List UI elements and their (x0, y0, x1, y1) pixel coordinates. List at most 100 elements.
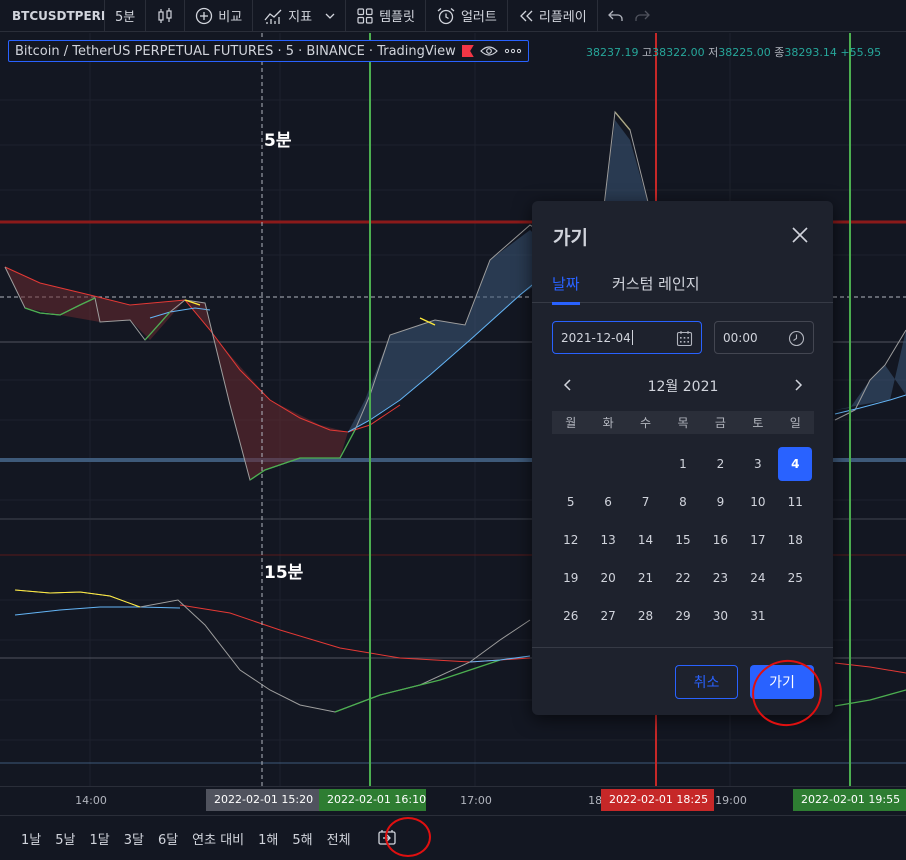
calendar-day[interactable]: 2 (702, 445, 739, 483)
calendar-day[interactable]: 5 (552, 483, 589, 521)
compare-button[interactable]: 비교 (185, 0, 252, 32)
undo-button[interactable] (598, 0, 634, 32)
calendar-day[interactable]: 20 (589, 559, 626, 597)
close-key: 종 (774, 46, 785, 59)
calendar-icon[interactable] (676, 330, 693, 347)
calendar-day-label: 30 (712, 609, 729, 623)
calendar-day[interactable]: 13 (589, 521, 626, 559)
calendar-day[interactable]: 23 (702, 559, 739, 597)
rewind-icon (519, 10, 533, 21)
calendar-day[interactable]: 8 (664, 483, 701, 521)
clock-icon[interactable] (788, 330, 805, 347)
calendar-day[interactable]: 19 (552, 559, 589, 597)
time-field[interactable]: 00:00 (714, 321, 814, 354)
calendar-day[interactable]: 6 (589, 483, 626, 521)
templates-button[interactable]: 템플릿 (346, 0, 425, 32)
range-6m[interactable]: 6달 (151, 829, 185, 848)
flag-icon[interactable] (461, 45, 474, 57)
chart-type-button[interactable] (146, 0, 184, 32)
calendar-day[interactable]: 22 (664, 559, 701, 597)
tab-date[interactable]: 날짜 (552, 273, 580, 305)
price-line-right-2 (834, 329, 906, 421)
alert-button[interactable]: 얼러트 (426, 0, 507, 32)
calendar-day-label: 22 (675, 571, 691, 585)
month-navigator: 12월 2021 (552, 373, 814, 397)
calendar-day-label: 4 (778, 447, 813, 481)
calendar-day[interactable]: 29 (664, 597, 701, 635)
calendar-day-label: 14 (637, 533, 654, 547)
calendar-day[interactable]: 21 (627, 559, 664, 597)
close-button[interactable] (790, 225, 810, 245)
eye-icon[interactable] (479, 45, 498, 57)
calendar-day[interactable]: 27 (589, 597, 626, 635)
calendar-day[interactable]: 15 (664, 521, 701, 559)
calendar-day-label: 27 (600, 609, 616, 623)
calendar-day[interactable]: 9 (702, 483, 739, 521)
indicators-icon (264, 9, 282, 24)
calendar-day[interactable]: 28 (627, 597, 664, 635)
range-ytd[interactable]: 연초 대비 (185, 829, 251, 848)
calendar-empty-cell (552, 445, 589, 483)
chevron-right-icon[interactable] (790, 377, 806, 393)
more-icon[interactable] (504, 48, 522, 54)
calendar-day-label: 6 (604, 495, 612, 509)
calendar-day[interactable]: 10 (739, 483, 776, 521)
calendar-day-label (554, 447, 588, 481)
calendar-day-label: 7 (641, 495, 650, 509)
go-button[interactable]: 가기 (750, 665, 814, 699)
calendar-day[interactable]: 24 (739, 559, 776, 597)
calendar-day[interactable]: 17 (739, 521, 776, 559)
range-5y[interactable]: 5해 (285, 829, 319, 848)
calendar-day-label (591, 447, 625, 481)
time-axis[interactable]: 14:00 17:00 18: 19:00 2022-02-01 15:20 2… (0, 786, 906, 814)
dialog-title: 가기 (553, 227, 588, 249)
calendar-day[interactable]: 14 (627, 521, 664, 559)
calendar-day-label: 24 (750, 571, 766, 585)
symbol-search[interactable]: BTCUSDTPERP (0, 9, 104, 23)
bear-cloud (5, 267, 348, 480)
range-3m[interactable]: 3달 (117, 829, 151, 848)
cancel-button[interactable]: 취소 (675, 665, 738, 699)
weekday-header: 월 화 수 목 금 토 일 (552, 411, 814, 434)
go-to-date-button[interactable] (374, 826, 400, 850)
calendar-day[interactable]: 30 (702, 597, 739, 635)
calendar-day[interactable]: 3 (739, 445, 776, 483)
calendar-day[interactable]: 16 (702, 521, 739, 559)
indicators-button[interactable]: 지표 (253, 0, 345, 32)
calendar-day[interactable]: 1 (664, 445, 701, 483)
interval-button[interactable]: 5분 (105, 0, 145, 32)
price-line-lower-yellow (14, 589, 141, 608)
tab-custom-range[interactable]: 커스텀 레인지 (612, 273, 700, 302)
range-1y[interactable]: 1해 (251, 829, 285, 848)
date-field[interactable]: 2021-12-04 (552, 321, 702, 354)
series-legend[interactable]: Bitcoin / TetherUS PERPETUAL FUTURES · 5… (8, 40, 529, 62)
alert-label: 얼러트 (460, 10, 497, 25)
range-all[interactable]: 전체 (320, 829, 358, 848)
chevron-down-icon[interactable] (325, 11, 335, 21)
calendar-day[interactable]: 7 (627, 483, 664, 521)
replay-button[interactable]: 리플레이 (508, 0, 597, 32)
calendar-day[interactable]: 26 (552, 597, 589, 635)
calendar-day[interactable]: 25 (777, 559, 814, 597)
calendar-day-label: 9 (716, 495, 725, 509)
calendar-day[interactable]: 31 (739, 597, 776, 635)
top-toolbar: BTCUSDTPERP 5분 비교 지표 템플릿 얼러트 리플레이 (0, 0, 906, 32)
calendar-day-label (629, 447, 663, 481)
calendar-day[interactable]: 18 (777, 521, 814, 559)
series-title: Bitcoin / TetherUS PERPETUAL FUTURES · 5… (15, 43, 456, 59)
calendar-day[interactable]: 12 (552, 521, 589, 559)
time-tick: 17:00 (460, 794, 492, 807)
interval-label: 5분 (115, 10, 136, 25)
range-1d[interactable]: 1날 (14, 829, 48, 848)
range-5d[interactable]: 5날 (48, 829, 82, 848)
calendar-day[interactable]: 11 (777, 483, 814, 521)
redo-button[interactable] (634, 0, 660, 32)
calendar-day[interactable]: 4 (777, 445, 814, 483)
green-marker-time-badge: 2022-02-01 16:10 (319, 789, 426, 811)
date-range-bar: 1날 5날 1달 3달 6달 연초 대비 1해 5해 전체 (0, 815, 906, 860)
weekday-label: 토 (752, 416, 764, 430)
range-1m[interactable]: 1달 (82, 829, 116, 848)
candles-icon (158, 7, 172, 23)
weekday-label: 금 (714, 416, 726, 430)
alarm-clock-icon (437, 7, 455, 24)
